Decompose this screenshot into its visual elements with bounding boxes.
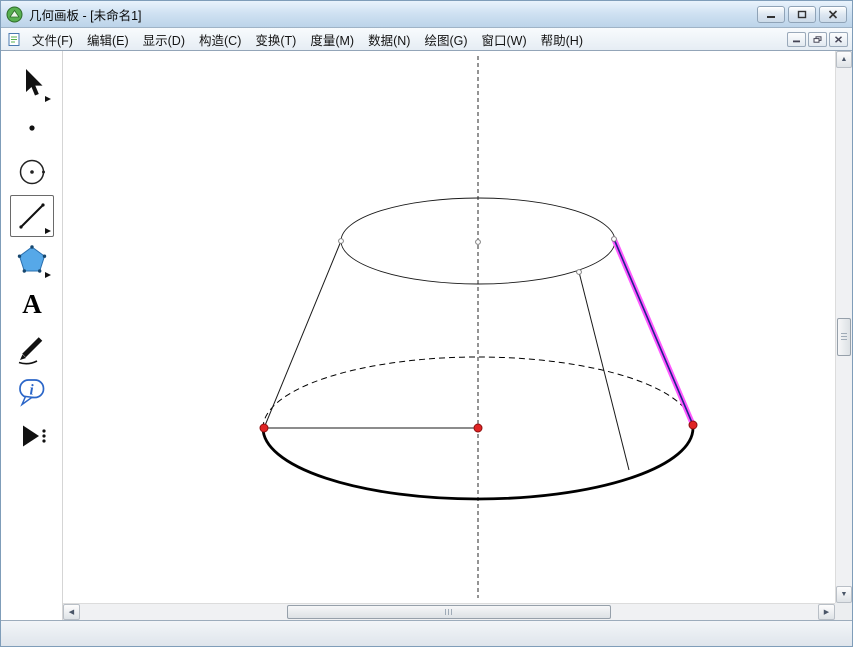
horizontal-scroll-thumb[interactable]: [287, 605, 612, 619]
scroll-right-button[interactable]: ▶: [818, 604, 835, 620]
scroll-down-icon: ▼: [841, 591, 848, 598]
selected-point[interactable]: [689, 421, 697, 429]
construction-point[interactable]: [476, 240, 481, 245]
menu-item-edit[interactable]: 编辑(E): [80, 27, 136, 52]
scroll-up-button[interactable]: ▲: [836, 51, 852, 68]
scroll-right-icon: ▶: [824, 608, 829, 616]
app-icon: [6, 6, 23, 23]
circle-icon: [14, 154, 50, 190]
scroll-down-button[interactable]: ▼: [836, 586, 852, 603]
menu-item-data[interactable]: 数据(N): [361, 27, 417, 52]
flyout-arrow-icon: [45, 272, 51, 278]
menu-item-file[interactable]: 文件(F): [25, 27, 80, 52]
child-restore-icon: [813, 36, 822, 43]
construction-point[interactable]: [612, 237, 617, 242]
menu-item-graph[interactable]: 绘图(G): [417, 27, 474, 52]
custom-tool-icon: [14, 418, 50, 454]
scrollbar-corner: [835, 603, 852, 620]
close-icon: [828, 10, 838, 19]
child-close-button[interactable]: [829, 32, 848, 47]
scroll-up-icon: ▲: [841, 56, 848, 63]
sketch-canvas[interactable]: [63, 51, 835, 603]
minimize-button[interactable]: [757, 6, 785, 23]
flyout-arrow-icon: [45, 228, 51, 234]
close-button[interactable]: [819, 6, 847, 23]
tool-palette: A i: [1, 51, 63, 620]
custom-tool[interactable]: [10, 415, 54, 457]
marker-tool[interactable]: [10, 327, 54, 369]
menu-bar: 文件(F)编辑(E)显示(D)构造(C)变换(T)度量(M)数据(N)绘图(G)…: [1, 28, 852, 51]
child-minimize-button[interactable]: [787, 32, 806, 47]
maximize-button[interactable]: [788, 6, 816, 23]
point-tool[interactable]: [10, 107, 54, 149]
title-bar[interactable]: 几何画板 - [未命名1]: [1, 1, 852, 28]
text-tool-icon: A: [14, 286, 50, 322]
scroll-left-button[interactable]: ◀: [63, 604, 80, 620]
polygon-tool[interactable]: [10, 239, 54, 281]
marker-icon: [14, 330, 50, 366]
lateral-edge-inner[interactable]: [579, 272, 629, 470]
svg-text:A: A: [22, 289, 42, 319]
circle-tool[interactable]: [10, 151, 54, 193]
vertical-scrollbar[interactable]: ▲ ▼: [835, 51, 852, 603]
vertical-scroll-thumb[interactable]: [837, 318, 851, 356]
scroll-left-icon: ◀: [69, 608, 74, 616]
application-window: 几何画板 - [未命名1] 文件(F)编辑(E)显示(D)构造(C)变换(T)度…: [0, 0, 853, 647]
document-icon: [7, 32, 22, 47]
selection-arrow-tool[interactable]: [10, 63, 54, 105]
window-controls: [754, 6, 847, 23]
menu-item-construct[interactable]: 构造(C): [192, 27, 248, 52]
selected-edge[interactable]: [614, 239, 693, 425]
construction-point[interactable]: [339, 239, 344, 244]
construction-point[interactable]: [577, 270, 582, 275]
selected-point[interactable]: [260, 424, 268, 432]
flyout-arrow-icon: [45, 96, 51, 102]
child-restore-button[interactable]: [808, 32, 827, 47]
maximize-icon: [797, 10, 807, 19]
main-content: A i: [1, 51, 852, 620]
lateral-edge-left[interactable]: [264, 241, 341, 428]
segment-tool[interactable]: [10, 195, 54, 237]
horizontal-scrollbar[interactable]: ◀ ▶: [63, 603, 835, 620]
information-tool[interactable]: i: [10, 371, 54, 413]
window-title: 几何画板 - [未命名1]: [29, 5, 142, 24]
menu-item-window[interactable]: 窗口(W): [475, 27, 534, 52]
minimize-icon: [766, 10, 776, 19]
menu-item-measure[interactable]: 度量(M): [303, 27, 361, 52]
menu-items: 文件(F)编辑(E)显示(D)构造(C)变换(T)度量(M)数据(N)绘图(G)…: [25, 27, 590, 52]
child-minimize-icon: [792, 36, 801, 43]
geometry-svg[interactable]: [63, 51, 835, 603]
point-icon: [14, 110, 50, 146]
information-icon: i: [14, 374, 50, 410]
work-area: ▲ ▼ ◀ ▶: [63, 51, 852, 620]
status-bar: [1, 620, 852, 646]
menu-item-display[interactable]: 显示(D): [136, 27, 192, 52]
child-close-icon: [834, 36, 843, 43]
menu-item-transform[interactable]: 变换(T): [248, 27, 303, 52]
menu-item-help[interactable]: 帮助(H): [534, 27, 590, 52]
child-window-controls: [785, 32, 848, 47]
selected-point[interactable]: [474, 424, 482, 432]
text-tool[interactable]: A: [10, 283, 54, 325]
